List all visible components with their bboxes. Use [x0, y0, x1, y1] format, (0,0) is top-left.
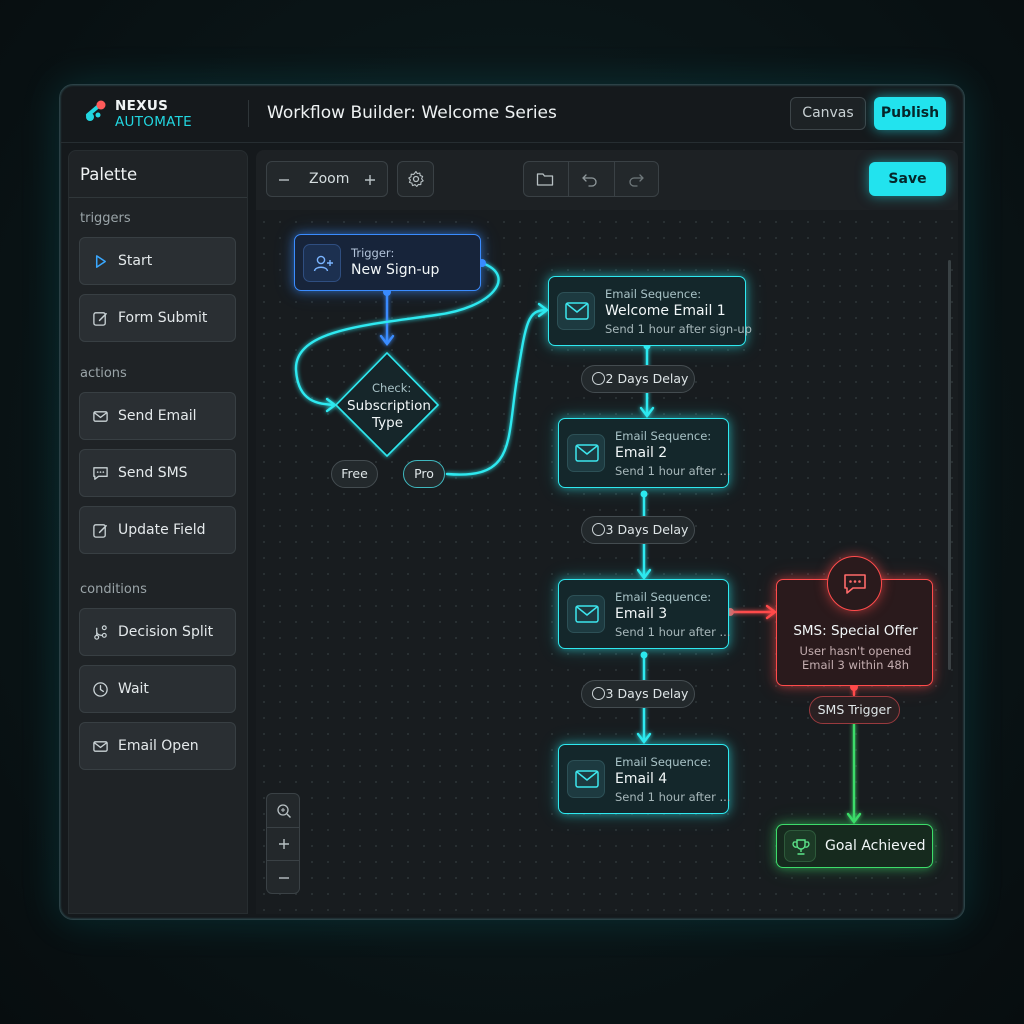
page-title: Workflow Builder: Welcome Series	[267, 103, 557, 123]
palette-item-decision-split[interactable]: Decision Split	[79, 608, 236, 656]
email-node-3[interactable]: Email Sequence: Email 3 Send 1 hour afte…	[558, 579, 731, 649]
check-kind: Check:	[372, 381, 412, 395]
email-node-2[interactable]: Email Sequence: Email 2 Send 1 hour afte…	[558, 418, 731, 488]
email-3-kind: Email Sequence:	[615, 590, 712, 604]
sms-trigger-pill[interactable]: SMS Trigger	[809, 696, 900, 724]
branch-free-label[interactable]: Free	[331, 460, 378, 488]
logo-line2: AUTOMATE	[115, 114, 192, 130]
palette-item-start[interactable]: Start	[79, 237, 236, 285]
delay-2-label: 3 Days Delay	[605, 522, 689, 537]
workflow-canvas[interactable]: Zoom Save Trigger: New Sign-up Check: Su…	[256, 150, 958, 914]
goal-node[interactable]: Goal Achieved	[776, 824, 933, 868]
email-3-name: Email 3	[615, 606, 668, 622]
palette-item-label: Decision Split	[118, 624, 214, 640]
email-node-4[interactable]: Email Sequence: Email 4 Send 1 hour afte…	[558, 744, 731, 814]
email-1-kind: Email Sequence:	[605, 287, 702, 301]
mail-icon	[93, 741, 108, 752]
palette-item-update-field[interactable]: Update Field	[79, 506, 236, 554]
email-4-name: Email 4	[615, 771, 668, 787]
user-add-icon	[303, 244, 341, 282]
mail-icon	[93, 411, 108, 422]
header-divider	[248, 100, 249, 127]
section-actions: actions	[80, 366, 127, 381]
chat-icon	[93, 467, 108, 480]
email-node-1[interactable]: Email Sequence: Welcome Email 1 Send 1 h…	[548, 276, 752, 346]
logo-text: NEXUS AUTOMATE	[115, 98, 192, 130]
palette-item-send-sms[interactable]: Send SMS	[79, 449, 236, 497]
palette-item-label: Start	[118, 253, 153, 269]
top-bar: NEXUS AUTOMATE Workflow Builder: Welcome…	[60, 85, 964, 143]
email-4-kind: Email Sequence:	[615, 755, 712, 769]
split-icon	[94, 625, 107, 640]
sms-chat-icon	[827, 556, 882, 611]
palette-item-email-open[interactable]: Email Open	[79, 722, 236, 770]
edit-icon	[93, 524, 107, 538]
logo-icon	[86, 100, 106, 121]
palette-item-form-submit[interactable]: Form Submit	[79, 294, 236, 342]
trophy-icon	[784, 830, 816, 862]
palette-item-label: Wait	[118, 681, 149, 697]
palette-item-send-email[interactable]: Send Email	[79, 392, 236, 440]
email-2-desc: Send 1 hour after ...	[615, 464, 731, 478]
logo-line1: NEXUS	[115, 98, 169, 114]
app-window: NEXUS AUTOMATE Workflow Builder: Welcome…	[59, 84, 965, 920]
delay-1-label: 2 Days Delay	[605, 371, 689, 386]
clock-icon	[592, 687, 605, 700]
delay-pill-1[interactable]: 2 Days Delay	[581, 365, 695, 393]
mail-icon	[567, 434, 605, 472]
palette-item-label: Email Open	[118, 738, 199, 754]
zoom-fit-icon[interactable]	[276, 803, 292, 819]
publish-button[interactable]: Publish	[874, 97, 946, 130]
palette-item-label: Send SMS	[118, 465, 188, 481]
sms-desc-2: Email 3 within 48h	[802, 658, 909, 672]
check-line2: Type	[372, 415, 404, 431]
email-2-name: Email 2	[615, 445, 668, 461]
zoom-in-icon[interactable]	[277, 837, 291, 851]
trigger-node[interactable]: Trigger: New Sign-up	[294, 234, 481, 291]
palette-item-label: Form Submit	[118, 310, 208, 326]
edit-icon	[93, 312, 107, 326]
delay-3-label: 3 Days Delay	[605, 686, 689, 701]
play-icon	[95, 255, 106, 268]
sms-name: SMS: Special Offer	[793, 623, 918, 639]
clock-icon	[93, 682, 108, 697]
clock-icon	[592, 523, 605, 536]
palette-item-label: Update Field	[118, 522, 206, 538]
check-line1: Subscription	[347, 398, 431, 414]
zoom-divider	[267, 827, 299, 828]
mail-icon	[567, 595, 605, 633]
goal-label: Goal Achieved	[825, 838, 926, 854]
sms-desc-1: User hasn't opened	[799, 644, 912, 658]
palette-title: Palette	[80, 165, 138, 184]
email-1-name: Welcome Email 1	[605, 303, 726, 319]
branch-pro-label[interactable]: Pro	[403, 460, 445, 488]
mail-icon	[567, 760, 605, 798]
palette-panel: Palette triggers Start Form Submit actio…	[68, 150, 248, 914]
trigger-kind: Trigger:	[351, 246, 395, 260]
section-conditions: conditions	[80, 582, 147, 597]
canvas-zoom-controls	[266, 793, 300, 894]
palette-divider	[69, 197, 247, 198]
email-1-desc: Send 1 hour after sign-up	[605, 322, 752, 336]
email-4-desc: Send 1 hour after ...	[615, 790, 731, 804]
zoom-divider	[267, 860, 299, 861]
email-2-kind: Email Sequence:	[615, 429, 712, 443]
zoom-out-icon[interactable]	[277, 871, 291, 885]
clock-icon	[592, 372, 605, 385]
delay-pill-3[interactable]: 3 Days Delay	[581, 680, 695, 708]
canvas-button[interactable]: Canvas	[790, 97, 866, 130]
mail-icon	[557, 292, 595, 330]
trigger-name: New Sign-up	[351, 262, 440, 278]
palette-item-wait[interactable]: Wait	[79, 665, 236, 713]
delay-pill-2[interactable]: 3 Days Delay	[581, 516, 695, 544]
email-3-desc: Send 1 hour after ...	[615, 625, 731, 639]
palette-item-label: Send Email	[118, 408, 197, 424]
section-triggers: triggers	[80, 211, 131, 226]
connector-pro-email1	[445, 308, 548, 476]
